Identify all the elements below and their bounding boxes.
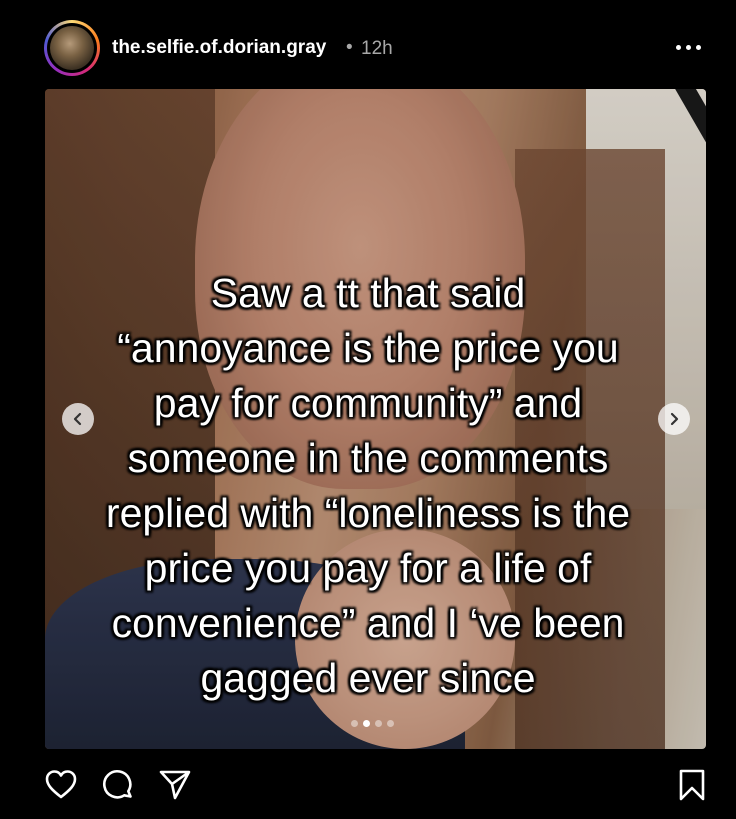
carousel-dot (363, 720, 370, 727)
comment-icon[interactable] (101, 768, 135, 802)
avatar-inner (47, 23, 97, 73)
separator-dot: • (346, 37, 353, 58)
caption-line: convenience” and I ‘ve been (111, 600, 625, 646)
caption-line: someone in the comments (127, 435, 609, 481)
send-icon[interactable] (158, 768, 192, 802)
bookmark-icon[interactable] (675, 768, 709, 802)
image-caption: Saw a tt that said “annoyance is the pri… (0, 266, 736, 706)
caption-line: price you pay for a life of (144, 545, 592, 591)
action-bar (0, 760, 736, 810)
carousel-prev-button[interactable] (62, 403, 94, 435)
more-options-icon[interactable] (676, 32, 706, 62)
caption-line: “annoyance is the price you (117, 325, 619, 371)
heart-icon[interactable] (44, 768, 78, 802)
avatar-image (50, 26, 94, 70)
carousel-next-button[interactable] (658, 403, 690, 435)
caption-line: replied with “loneliness is the (105, 490, 631, 536)
caption-line: gagged ever since (200, 655, 536, 701)
username[interactable]: the.selfie.of.dorian.gray (112, 37, 326, 59)
avatar[interactable] (44, 20, 100, 76)
chevron-right-icon (670, 412, 679, 426)
carousel-indicator (351, 720, 394, 728)
caption-line: pay for community” and (153, 380, 583, 426)
carousel-dot (387, 720, 394, 727)
post-time: 12h (361, 38, 393, 59)
carousel-dot (375, 720, 382, 727)
carousel-dot (351, 720, 358, 727)
post-header: the.selfie.of.dorian.gray • 12h (0, 0, 736, 92)
caption-line: Saw a tt that said (210, 270, 526, 316)
chevron-left-icon (73, 412, 82, 426)
